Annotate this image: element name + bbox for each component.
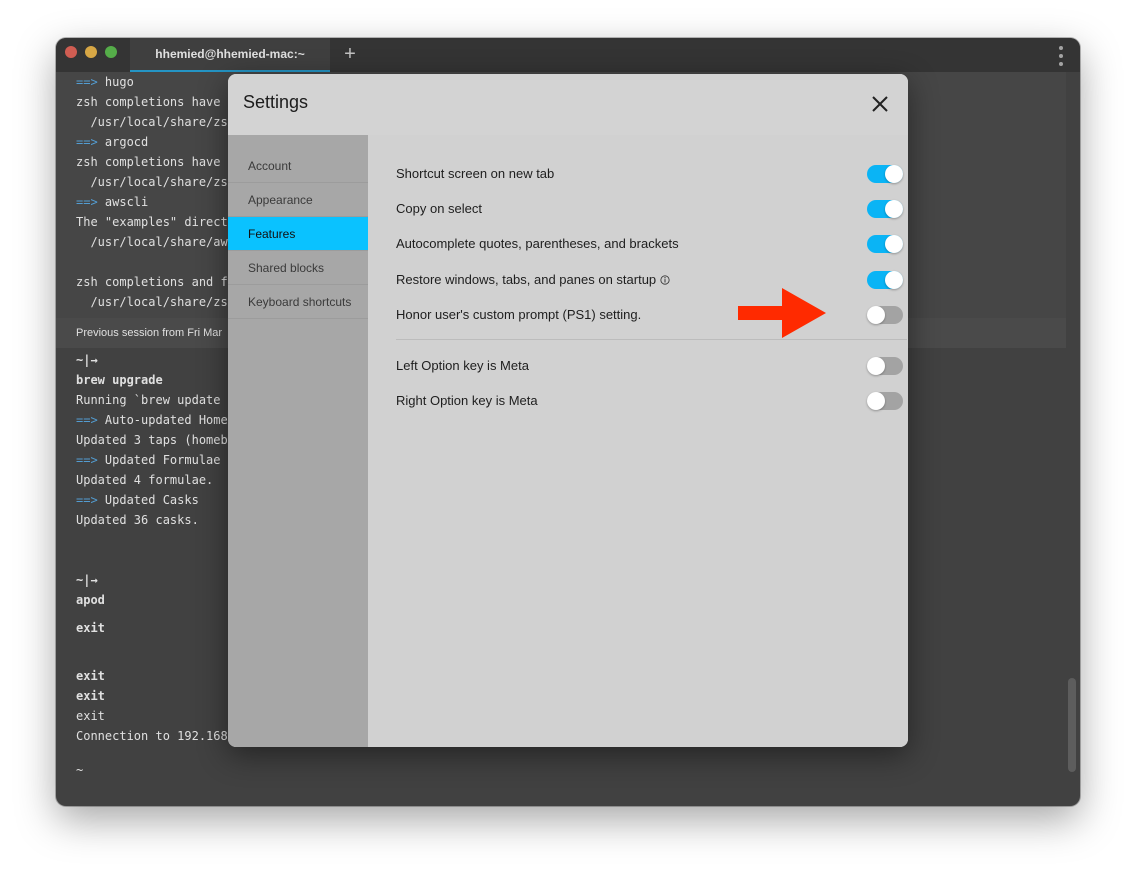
sidebar-item-appearance[interactable]: Appearance (228, 183, 368, 217)
setting-row: Shortcut screen on new tab (396, 157, 903, 191)
setting-row: Right Option key is Meta (396, 384, 903, 418)
setting-label: Right Option key is Meta (396, 384, 538, 418)
toggle-knob (885, 165, 903, 183)
toggle-switch[interactable] (867, 392, 903, 410)
setting-label-text: Honor user's custom prompt (PS1) setting… (396, 307, 642, 322)
features-panel: Shortcut screen on new tab Copy on select… (368, 135, 908, 747)
toggle-switch[interactable] (867, 306, 903, 324)
info-icon[interactable] (660, 275, 670, 285)
setting-label-text: Restore windows, tabs, and panes on star… (396, 272, 657, 287)
section-divider (396, 339, 907, 340)
sidebar-item-shared-blocks[interactable]: Shared blocks (228, 251, 368, 285)
setting-label-text: Right Option key is Meta (396, 393, 538, 408)
settings-header: Settings (228, 74, 908, 135)
sidebar-item-keyboard-shortcuts[interactable]: Keyboard shortcuts (228, 285, 368, 319)
close-icon (872, 96, 888, 112)
setting-row: Autocomplete quotes, parentheses, and br… (396, 227, 903, 261)
toggle-knob (867, 392, 885, 410)
toggle-switch[interactable] (867, 271, 903, 289)
setting-label: Autocomplete quotes, parentheses, and br… (396, 227, 679, 261)
close-settings-button[interactable] (866, 90, 894, 118)
setting-row: Left Option key is Meta (396, 349, 903, 383)
toggle-knob (885, 200, 903, 218)
settings-title: Settings (243, 92, 309, 112)
settings-dialog: Settings Account Appearance Features Shared… (228, 74, 908, 747)
setting-label: Left Option key is Meta (396, 349, 529, 383)
setting-label-text: Copy on select (396, 201, 482, 216)
setting-label: Copy on select (396, 192, 482, 226)
toggle-switch[interactable] (867, 165, 903, 183)
sidebar-item-features[interactable]: Features (228, 217, 368, 251)
toggle-switch[interactable] (867, 200, 903, 218)
setting-label-text: Shortcut screen on new tab (396, 166, 555, 181)
annotation-arrow-icon (738, 288, 826, 338)
setting-row: Copy on select (396, 192, 903, 226)
sidebar-item-account[interactable]: Account (228, 149, 368, 183)
setting-label: Honor user's custom prompt (PS1) setting… (396, 298, 641, 332)
toggle-knob (867, 357, 885, 375)
toggle-knob (885, 271, 903, 289)
settings-sidebar: Account Appearance Features Shared blocks Ke… (228, 135, 368, 747)
setting-label: Shortcut screen on new tab (396, 157, 554, 191)
toggle-knob (885, 235, 903, 253)
setting-label-text: Autocomplete quotes, parentheses, and br… (396, 236, 679, 251)
toggle-switch[interactable] (867, 235, 903, 253)
toggle-switch[interactable] (867, 357, 903, 375)
setting-label-text: Left Option key is Meta (396, 358, 529, 373)
setting-label: Restore windows, tabs, and panes on star… (396, 263, 670, 297)
toggle-knob (867, 306, 885, 324)
